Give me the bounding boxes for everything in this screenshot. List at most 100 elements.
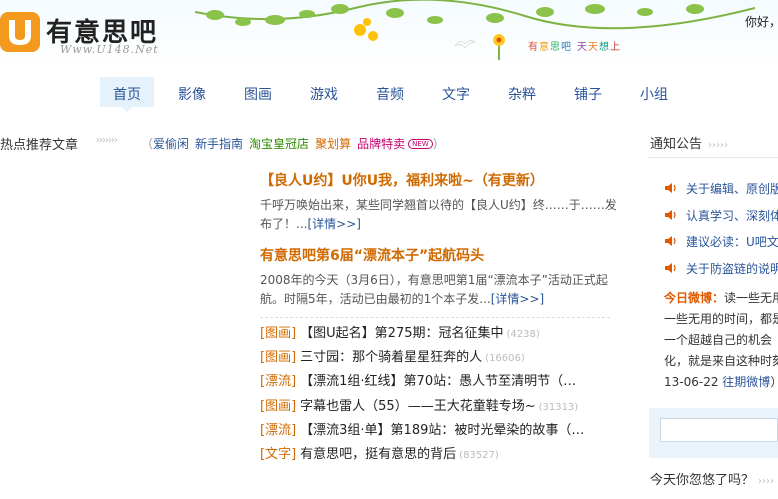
weibo-text: 读一些无用: [724, 291, 778, 305]
divider: [260, 317, 610, 318]
list-item: [图画] 【图U起名】第275期：冠名征集中 (4238): [260, 322, 610, 346]
site-slogan: 有意思吧 天天想上: [528, 38, 621, 53]
featured-articles: 【良人U约】U你U我，福利来啦~（有更新） 千呼万唤始出来，某些同学翘首以待的【…: [260, 170, 620, 318]
notice-item[interactable]: 建议必读：U吧文: [664, 233, 778, 260]
category-link[interactable]: [漂流]: [260, 423, 296, 438]
nav-item-2[interactable]: 图画: [231, 84, 285, 104]
main-nav: 首页 影像 图画 游戏 音频 文字 杂粹 铺子 小组: [0, 70, 778, 112]
new-badge: NEW: [408, 139, 433, 149]
category-link[interactable]: [图画]: [260, 326, 296, 341]
weibo-date: 13-06-22: [664, 375, 719, 389]
notice-title: 通知公告: [650, 137, 703, 152]
site-url: Www.U148.Net: [60, 43, 159, 56]
nav-item-4[interactable]: 音频: [363, 84, 417, 104]
read-more-link[interactable]: [详情>>]: [491, 292, 544, 306]
nav-item-8[interactable]: 小组: [627, 84, 681, 104]
list-item: [文字] 有意思吧，挺有意思的背后 (83527): [260, 443, 610, 467]
arrows-decoration: ››››: [758, 476, 775, 487]
list-title-link[interactable]: 有意思吧，挺有意思的背后: [300, 447, 456, 462]
notice-item[interactable]: 认真学习、深刻体: [664, 207, 778, 234]
weibo-line: 13-06-22 往期微博）: [664, 372, 778, 393]
today-weibo: 今日微博：读一些无用 一些无用的时间，都是 一个超越自己的机会 化，就是来自这种…: [664, 288, 778, 393]
list-title-link[interactable]: 【漂流3组·单】第189站：被时光晕染的故事（…: [300, 423, 584, 438]
list-item: [图画] 字幕也雷人（55）——王大花童鞋专场~ (31313): [260, 395, 610, 419]
weibo-link-suffix: ）: [770, 375, 778, 389]
bird-icon: [455, 40, 475, 49]
user-greeting: 你好，: [745, 15, 778, 29]
divider: [648, 157, 778, 158]
hot-link[interactable]: 品牌特卖: [357, 137, 405, 151]
list-title-link[interactable]: 字幕也雷人（55）——王大花童鞋专场~: [300, 399, 535, 414]
featured-article: 【良人U约】U你U我，福利来啦~（有更新） 千呼万唤始出来，某些同学翘首以待的【…: [260, 170, 620, 234]
slogan-char: 天: [577, 42, 587, 53]
slogan-char: 吧: [561, 42, 571, 53]
notice-list: 关于编辑、原创版 认真学习、深刻体 建议必读：U吧文 关于防盗链的说明: [664, 180, 778, 286]
article-summary-text: 2008年的今天（3月6日），有意思吧第1届“漂流本子”活动正式起航。时隔5年，…: [260, 273, 608, 306]
notice-link[interactable]: 关于编辑、原创版: [686, 182, 778, 196]
featured-article: 有意思吧第6届“漂流本子”起航码头 2008年的今天（3月6日），有意思吧第1届…: [260, 245, 620, 309]
speaker-icon: [665, 262, 676, 273]
side-search-box: [649, 408, 778, 458]
hot-link[interactable]: 聚划算: [315, 137, 351, 151]
hot-link[interactable]: 爱偷闲: [153, 137, 189, 151]
view-count: (4238): [506, 329, 540, 340]
paren-open: （: [141, 137, 154, 151]
weibo-archive-link[interactable]: 往期微博: [722, 375, 770, 389]
slogan-char: 上: [610, 42, 620, 53]
list-title-link[interactable]: 三寸园：那个骑着星星狂奔的人: [300, 350, 482, 365]
site-header: 有意思吧 Www.U148.Net 有意思吧 天天想上 你好，: [0, 0, 778, 68]
arrows-decoration: ›››››››: [96, 135, 118, 146]
hot-link[interactable]: 新手指南: [195, 137, 243, 151]
list-item: [漂流] 【漂流1组·红线】第70站：愚人节至清明节（…: [260, 370, 610, 394]
vine-decoration-icon: [195, 0, 755, 41]
list-item: [漂流] 【漂流3组·单】第189站：被时光晕染的故事（…: [260, 419, 610, 443]
notice-header: 通知公告 ›››››: [650, 133, 728, 152]
speaker-icon: [665, 209, 676, 220]
speaker-icon: [665, 183, 676, 193]
article-list: [图画] 【图U起名】第275期：冠名征集中 (4238) [图画] 三寸园：那个骑着星…: [260, 322, 610, 467]
slogan-char: 意: [539, 42, 549, 53]
nav-item-5[interactable]: 文字: [429, 84, 483, 104]
notice-link[interactable]: 关于防盗链的说明: [686, 262, 778, 276]
article-title-link[interactable]: 有意思吧第6届“漂流本子”起航码头: [260, 245, 620, 265]
weibo-line: 化，就是来自这种时刻: [664, 354, 778, 368]
read-more-link[interactable]: [详情>>]: [307, 217, 360, 231]
slogan-char: 想: [599, 42, 609, 53]
notice-item[interactable]: 关于编辑、原创版: [664, 180, 778, 207]
hot-links: （爱偷闲 新手指南 淘宝皇冠店 聚划算 品牌特卖 NEW）: [141, 135, 445, 152]
view-count: (83527): [459, 449, 499, 461]
hot-articles-title: 热点推荐文章: [0, 138, 79, 153]
view-count: (16606): [485, 353, 525, 365]
hot-articles-bar: 热点推荐文章 ››››››› （爱偷闲 新手指南 淘宝皇冠店 聚划算 品牌特卖 NEW）: [0, 134, 640, 153]
slogan-char: 思: [550, 42, 560, 53]
notice-link[interactable]: 认真学习、深刻体: [686, 209, 778, 223]
weibo-line: 一个超越自己的机会: [664, 333, 773, 347]
weibo-line: 今日微博：读一些无用: [664, 288, 778, 309]
notice-item[interactable]: 关于防盗链的说明: [664, 260, 778, 287]
slogan-char: 天: [588, 42, 598, 53]
nav-item-6[interactable]: 杂粹: [495, 84, 549, 104]
side-search-input[interactable]: [660, 418, 778, 442]
slogan-char: 有: [528, 42, 538, 53]
nav-item-3[interactable]: 游戏: [297, 84, 351, 104]
category-link[interactable]: [图画]: [260, 399, 296, 414]
speaker-icon: [665, 236, 676, 246]
notice-link[interactable]: 建议必读：U吧文: [686, 235, 778, 249]
article-summary: 2008年的今天（3月6日），有意思吧第1届“漂流本子”活动正式起航。时隔5年，…: [260, 271, 620, 309]
nav-item-7[interactable]: 铺子: [561, 84, 615, 104]
view-count: (31313): [538, 401, 579, 413]
nav-item-1[interactable]: 影像: [165, 84, 219, 104]
weibo-line: 一些无用的时间，都是: [664, 312, 778, 326]
category-link[interactable]: [文字]: [260, 447, 296, 462]
nav-item-0[interactable]: 首页: [100, 77, 154, 112]
paren-close: ）: [432, 137, 445, 151]
category-link[interactable]: [图画]: [260, 350, 296, 365]
weibo-label: 今日微博：: [664, 291, 725, 305]
u148-logo-icon[interactable]: [0, 12, 40, 52]
hot-link[interactable]: 淘宝皇冠店: [249, 137, 309, 151]
list-title-link[interactable]: 【图U起名】第275期：冠名征集中: [300, 326, 503, 341]
list-title-link[interactable]: 【漂流1组·红线】第70站：愚人节至清明节（…: [300, 374, 576, 389]
article-title-link[interactable]: 【良人U约】U你U我，福利来啦~（有更新）: [260, 170, 620, 190]
forget-title: 今天你忽悠了吗？: [650, 473, 755, 488]
category-link[interactable]: [漂流]: [260, 374, 296, 389]
